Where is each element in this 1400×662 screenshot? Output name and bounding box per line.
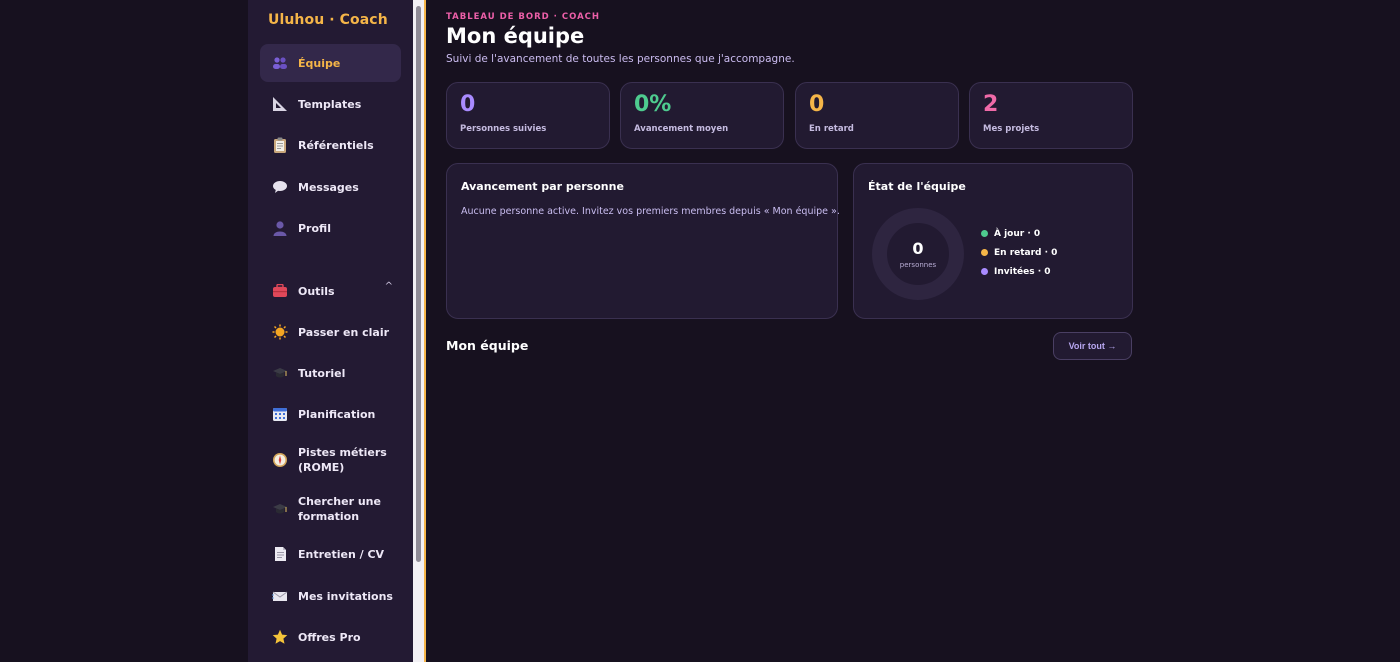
kpi-label: Avancement moyen	[634, 124, 729, 134]
panel-title: État de l'équipe	[868, 180, 966, 193]
donut-total-label: personnes	[899, 261, 937, 269]
person-silhouette-icon	[270, 218, 290, 238]
set-square-icon	[270, 94, 290, 114]
sidebar-item-label: Entretien / CV	[298, 547, 385, 561]
kpi-value: 0	[460, 92, 476, 117]
scrollbar-thumb[interactable]	[416, 6, 421, 562]
kpi-card-mes-projets: 2 Mes projets	[969, 82, 1133, 149]
kpi-label: Mes projets	[983, 124, 1040, 134]
sidebar-item-equipe[interactable]: Équipe	[260, 44, 401, 82]
legend-dot	[981, 268, 988, 275]
kpi-label: Personnes suivies	[460, 124, 547, 134]
sidebar-item-referentiels[interactable]: Référentiels	[260, 126, 401, 164]
sidebar-item-profil[interactable]: Profil	[260, 209, 401, 247]
sidebar-item-label: Pistes métiers (ROME)	[298, 446, 387, 474]
star-icon	[270, 627, 290, 647]
calendar-icon	[270, 404, 290, 424]
sidebar-item-label: Chercher une formation	[298, 495, 381, 523]
sidebar-item-chercher-formation[interactable]: Chercher une formation	[260, 489, 401, 529]
sidebar-item-label: Mes invitations	[298, 589, 393, 603]
progress-per-person-panel: Avancement par personne Aucune personne …	[446, 163, 840, 319]
page-subtitle: Suivi de l'avancement de toutes les pers…	[446, 53, 795, 65]
sidebar-item-label: Référentiels	[298, 138, 374, 152]
donut-total: 0	[912, 239, 924, 258]
chevron-up-icon[interactable]: ^	[385, 281, 393, 292]
sidebar-item-label: Planification	[298, 407, 376, 421]
sidebar-item-pistes-metiers[interactable]: Pistes métiers (ROME)	[260, 440, 401, 480]
graduation-cap-icon	[270, 499, 290, 519]
kpi-label: En retard	[809, 124, 854, 134]
legend-dot	[981, 249, 988, 256]
kpi-value: 0%	[634, 92, 672, 117]
speech-bubble-icon	[270, 177, 290, 197]
sun-icon	[270, 322, 290, 342]
sidebar-item-planification[interactable]: Planification	[260, 395, 401, 433]
toolbox-icon	[270, 281, 290, 301]
team-icon	[270, 53, 290, 73]
sidebar-item-label: Profil	[298, 221, 331, 235]
sidebar-item-tutoriel[interactable]: Tutoriel	[260, 354, 401, 392]
legend-item: À jour · 0	[981, 224, 1057, 243]
sidebar-item-label: Messages	[298, 180, 359, 194]
sidebar-section-label: Outils	[298, 284, 335, 298]
sidebar-item-label: Tutoriel	[298, 366, 346, 380]
kpi-card-en-retard: 0 En retard	[795, 82, 959, 149]
document-icon	[270, 544, 290, 564]
sidebar-item-passer-en-clair[interactable]: Passer en clair	[260, 313, 401, 351]
team-donut-chart: 0 personnes	[872, 208, 964, 300]
legend-label: En retard · 0	[994, 247, 1058, 258]
main-content: TABLEAU DE BORD · COACH Mon équipe Suivi…	[426, 0, 1400, 662]
kpi-value: 0	[809, 92, 825, 117]
kpi-card-personnes-suivies: 0 Personnes suivies	[446, 82, 610, 149]
brand-title[interactable]: Uluhou · Coach	[268, 12, 388, 28]
kpi-value: 2	[983, 92, 999, 117]
clipboard-icon	[270, 135, 290, 155]
sidebar-item-messages[interactable]: Messages	[260, 168, 401, 206]
sidebar-item-label: Offres Pro	[298, 630, 361, 644]
donut-legend: À jour · 0 En retard · 0 Invitées · 0	[981, 224, 1057, 281]
graduation-cap-icon	[270, 363, 290, 383]
empty-state-message: Aucune personne active. Invitez vos prem…	[461, 206, 840, 217]
legend-label: Invitées · 0	[994, 266, 1051, 277]
kpi-card-avancement-moyen: 0% Avancement moyen	[620, 82, 784, 149]
sidebar-item-label: Templates	[298, 97, 362, 111]
sidebar-item-entretien-cv[interactable]: Entretien / CV	[260, 535, 401, 573]
team-section-title: Mon équipe	[446, 338, 529, 353]
sidebar: Uluhou · Coach Équipe Templates Référent…	[248, 0, 413, 662]
sidebar-item-mes-invitations[interactable]: Mes invitations	[260, 577, 401, 615]
envelope-icon	[270, 586, 290, 606]
sidebar-section-outils[interactable]: Outils ^	[260, 272, 401, 310]
legend-item: Invitées · 0	[981, 262, 1057, 281]
sidebar-item-offres-pro[interactable]: Offres Pro	[260, 618, 401, 656]
app-window: Uluhou · Coach Équipe Templates Référent…	[0, 0, 1400, 662]
see-all-button[interactable]: Voir tout →	[1053, 332, 1132, 360]
compass-icon	[270, 450, 290, 470]
legend-label: À jour · 0	[994, 228, 1041, 239]
sidebar-item-label: Passer en clair	[298, 325, 390, 339]
sidebar-item-templates[interactable]: Templates	[260, 85, 401, 123]
sidebar-scrollbar[interactable]	[413, 0, 424, 662]
team-state-panel: État de l'équipe 0 personnes À jour · 0 …	[853, 163, 1133, 319]
panel-title: Avancement par personne	[461, 180, 624, 193]
legend-item: En retard · 0	[981, 243, 1057, 262]
page-eyebrow: TABLEAU DE BORD · COACH	[446, 12, 601, 22]
page-title: Mon équipe	[446, 24, 585, 48]
legend-dot	[981, 230, 988, 237]
sidebar-item-label: Équipe	[298, 56, 341, 70]
